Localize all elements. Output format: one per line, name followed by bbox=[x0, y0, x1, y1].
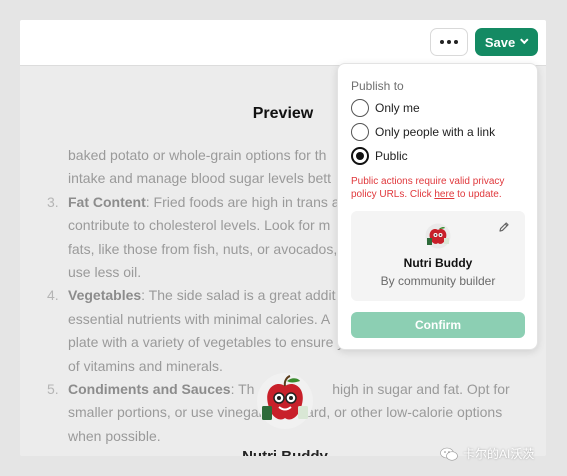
ellipsis-icon bbox=[454, 40, 458, 44]
chevron-down-icon bbox=[520, 35, 529, 45]
gpt-name-heading: Nutri Buddy bbox=[225, 448, 345, 456]
option-link[interactable]: Only people with a link bbox=[351, 123, 495, 141]
line-text: when possible. bbox=[68, 427, 161, 444]
radio-only-me[interactable] bbox=[351, 99, 369, 117]
pencil-icon[interactable] bbox=[498, 221, 510, 233]
line-text: contribute to cholesterol levels. Look f… bbox=[68, 217, 331, 234]
gpt-card-byline: By community builder bbox=[380, 274, 496, 288]
list-item-heading: Fat Content bbox=[68, 193, 146, 210]
publish-to-heading: Publish to bbox=[351, 79, 404, 93]
gpt-card-name: Nutri Buddy bbox=[403, 256, 473, 270]
top-bar: Save bbox=[20, 20, 546, 66]
screenshot-stage: Save Preview baked potato or whole-grain… bbox=[0, 0, 567, 476]
list-number: 4. bbox=[47, 287, 59, 304]
nutri-buddy-avatar bbox=[257, 373, 313, 429]
warning-text-end: to update. bbox=[454, 189, 502, 200]
list-number: 3. bbox=[47, 193, 59, 210]
option-public[interactable]: Public bbox=[351, 147, 408, 165]
update-privacy-link[interactable]: here bbox=[434, 189, 454, 200]
line-text: essential nutrients with minimal calorie… bbox=[68, 310, 331, 327]
list-item-heading: Vegetables bbox=[68, 287, 142, 304]
option-only-me[interactable]: Only me bbox=[351, 99, 420, 117]
privacy-warning: Public actions require valid privacy pol… bbox=[351, 175, 531, 201]
save-button-label: Save bbox=[484, 34, 516, 50]
option-label: Only people with a link bbox=[375, 125, 496, 139]
watermark: 卡尔的AI沃茨 bbox=[440, 445, 534, 462]
radio-link[interactable] bbox=[351, 123, 369, 141]
gpt-summary-card: Nutri Buddy By community builder bbox=[351, 211, 525, 301]
option-label: Only me bbox=[375, 101, 420, 115]
line-text: : Fried foods are high in trans a bbox=[145, 193, 340, 210]
line-text: use less oil. bbox=[68, 264, 142, 281]
list-number: 5. bbox=[47, 381, 59, 398]
line-text: fats, like those from fish, nuts, or avo… bbox=[68, 240, 338, 257]
wechat-icon bbox=[440, 447, 458, 461]
line-text: : The side salad is a great addit bbox=[141, 287, 336, 304]
radio-public[interactable] bbox=[351, 147, 369, 165]
ellipsis-icon bbox=[440, 40, 444, 44]
ellipsis-icon bbox=[447, 40, 451, 44]
publish-popover: Publish to Only me Only people with a li… bbox=[337, 63, 538, 350]
save-button[interactable]: Save bbox=[475, 28, 538, 56]
line-text: baked potato or whole-grain options for … bbox=[68, 147, 327, 163]
watermark-text: 卡尔的AI沃茨 bbox=[463, 447, 535, 461]
option-label: Public bbox=[375, 149, 408, 163]
confirm-button[interactable]: Confirm bbox=[351, 312, 525, 338]
nutri-buddy-avatar bbox=[425, 223, 451, 249]
line-text: of vitamins and minerals. bbox=[68, 357, 223, 374]
more-options-button[interactable] bbox=[430, 28, 468, 56]
line-text: intake and manage blood sugar levels bet… bbox=[68, 170, 332, 187]
list-item-heading: Condiments and Sauces bbox=[68, 381, 231, 398]
